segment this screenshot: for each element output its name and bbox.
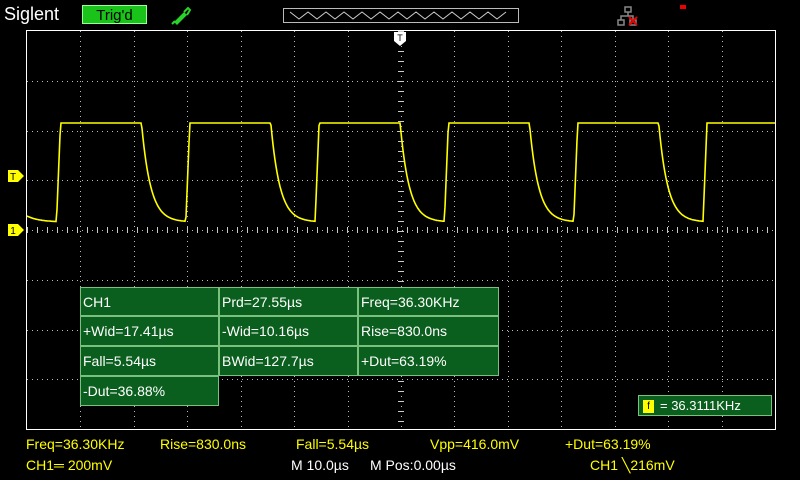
status-m-pos: M Pos:0.00µs: [370, 457, 456, 473]
status-frequency: Freq=36.30KHz: [26, 436, 125, 452]
memory-position-marker: [680, 5, 686, 9]
frequency-counter-value: = 36.3111KHz: [660, 398, 741, 413]
svg-text:T: T: [397, 33, 403, 43]
status-fall: Fall=5.54µs: [296, 436, 370, 452]
status-rise: Rise=830.0ns: [160, 436, 247, 452]
measurement-positive-duty: +Dut=63.19%: [358, 346, 499, 376]
measurement-rise-time: Rise=830.0ns: [358, 316, 499, 346]
probe-icon: [171, 6, 192, 25]
measurement-negative-duty: -Dut=36.88%: [80, 376, 219, 406]
trigger-status-badge: Trig'd: [82, 5, 147, 24]
measurement-positive-width: +Wid=17.41µs: [80, 316, 219, 346]
trigger-position-marker[interactable]: T: [394, 32, 406, 46]
measurement-period: Prd=27.55µs: [219, 287, 358, 316]
frequency-counter-icon: f: [643, 400, 654, 414]
trigger-level-marker[interactable]: T: [8, 170, 24, 182]
measurement-negative-width: -Wid=10.16µs: [219, 316, 358, 346]
measurement-frequency: Freq=36.30KHz: [358, 287, 499, 316]
measurement-burst-width: BWid=127.7µs: [219, 346, 358, 376]
network-disconnected-icon: [617, 6, 638, 26]
brand-label: Siglent: [4, 4, 60, 24]
status-vpp: Vpp=416.0mV: [430, 436, 520, 452]
status-time-base: M 10.0µs: [291, 457, 349, 473]
measurement-ch1: CH1: [80, 287, 219, 316]
memory-waveform-preview: [289, 11, 507, 20]
frequency-counter: f = 36.3111KHz: [638, 395, 772, 416]
status-trigger: CH1 ╲216mV: [590, 457, 675, 473]
status-duty: +Dut=63.19%: [565, 436, 651, 452]
measurement-fall-time: Fall=5.54µs: [80, 346, 219, 376]
memory-position-bar: [283, 5, 686, 23]
svg-text:T: T: [10, 172, 16, 182]
channel1-ground-marker[interactable]: 1: [8, 224, 24, 236]
status-ch1-scale: CH1═ 200mV: [26, 457, 113, 473]
svg-text:1: 1: [10, 226, 16, 236]
